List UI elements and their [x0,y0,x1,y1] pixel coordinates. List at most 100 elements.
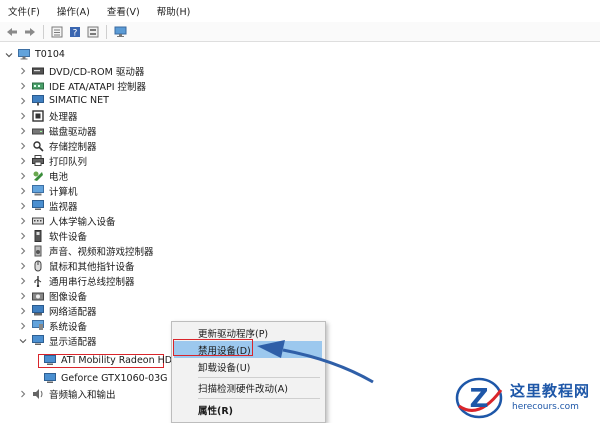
menu-bar: 文件(F) 操作(A) 查看(V) 帮助(H) [0,0,600,22]
expand-chevron-icon[interactable] [18,231,28,241]
expand-chevron-icon[interactable] [18,261,28,271]
tree-item-audio-io[interactable]: 音频输入和输出 [18,386,116,401]
monitor-icon[interactable] [113,25,127,39]
tree-item[interactable]: 声音、视频和游戏控制器 [18,243,154,258]
watermark-logo: Z 这里教程网 herecours.com [455,376,600,421]
tree-item[interactable]: 计算机 [18,183,78,198]
tree-item-label: 监视器 [49,201,78,213]
help-icon[interactable]: ? [68,25,82,39]
expand-chevron-icon[interactable] [18,291,28,301]
expand-chevron-icon[interactable] [18,201,28,211]
svg-text:?: ? [73,28,78,38]
tree-item-label: 计算机 [49,186,78,198]
display-card-icon [44,355,56,367]
tree-item-display-adapters[interactable]: 显示适配器 [18,333,97,348]
tree-item-label: 人体学输入设备 [49,216,116,228]
computer-icon [18,49,30,61]
tree-item[interactable]: 软件设备 [18,228,87,243]
expand-chevron-icon[interactable] [18,66,28,76]
system-device-icon [32,320,44,332]
forward-icon[interactable] [23,25,37,39]
tree-item[interactable]: 监视器 [18,198,78,213]
expand-chevron-icon[interactable] [18,156,28,166]
menu-view[interactable]: 查看(V) [99,4,149,18]
menu-file[interactable]: 文件(F) [0,4,49,18]
disk-drive-icon [32,125,44,137]
collapse-chevron-icon[interactable] [4,50,14,60]
tree-child-label: Geforce GTX1060-03G Se [61,373,183,384]
network-device-icon [32,95,44,107]
tree-item-label: 音频输入和输出 [49,389,116,401]
hid-icon [32,215,44,227]
dvd-drive-icon [32,65,44,77]
menu-action[interactable]: 操作(A) [49,4,99,18]
expand-chevron-icon[interactable] [18,321,28,331]
tree-item-label: 电池 [49,171,69,183]
tree-item[interactable]: 通用串行总线控制器 [18,273,135,288]
tree-item[interactable]: 存储控制器 [18,138,97,153]
toolbar-separator [43,24,44,39]
tree-item[interactable]: 打印队列 [18,153,87,168]
tree-item[interactable]: DVD/CD-ROM 驱动器 [18,63,144,78]
back-icon[interactable] [5,25,19,39]
expand-chevron-icon[interactable] [18,126,28,136]
svg-text:Z: Z [470,384,489,414]
tree-item[interactable]: SIMATIC NET [18,93,109,108]
tree-child-label: ATI Mobility Radeon HD [61,355,173,366]
tree-item[interactable]: 鼠标和其他指针设备 [18,258,135,273]
collapse-chevron-icon[interactable] [18,336,28,346]
menu-properties[interactable]: 属性(R) [174,401,322,418]
menu-help[interactable]: 帮助(H) [149,4,200,18]
tree-item[interactable]: 系统设备 [18,318,87,333]
ide-controller-icon [32,80,44,92]
tree-item-label: 网络适配器 [49,306,97,318]
tree-item-label: 磁盘驱动器 [49,126,97,138]
software-device-icon [32,229,44,242]
tree-item[interactable]: 网络适配器 [18,303,97,318]
tree-item-label: 处理器 [49,111,78,123]
expand-chevron-icon[interactable] [18,306,28,316]
expand-chevron-icon[interactable] [18,96,28,106]
brand-z-icon: Z [455,377,503,419]
printer-icon [32,155,44,167]
battery-icon [32,170,44,182]
tree-item-label: 打印队列 [49,156,88,168]
tree-item[interactable]: 图像设备 [18,288,87,303]
network-adapter-icon [32,305,44,317]
tree-item[interactable]: 处理器 [18,108,78,123]
expand-chevron-icon[interactable] [18,186,28,196]
display-adapter-icon [32,335,44,347]
expand-chevron-icon[interactable] [18,389,28,399]
expand-chevron-icon[interactable] [18,216,28,226]
tree-item[interactable]: 磁盘驱动器 [18,123,97,138]
annotation-arrow-icon [257,340,374,384]
expand-chevron-icon[interactable] [18,111,28,121]
menu-separator [198,398,320,399]
tree-item-label: 图像设备 [49,291,88,303]
properties-icon[interactable] [50,25,64,39]
tree-child-geforce[interactable]: Geforce GTX1060-03G Se [44,371,182,386]
expand-chevron-icon[interactable] [18,81,28,91]
tree-item-label: 鼠标和其他指针设备 [49,261,135,273]
expand-chevron-icon[interactable] [18,171,28,181]
disable-device-annotation-box [173,339,253,356]
usb-icon [32,275,44,287]
tree-item-label: 存储控制器 [49,141,97,153]
tree-root-label: T0104 [35,49,65,60]
storage-controller-icon [32,140,44,152]
tree-item[interactable]: 人体学输入设备 [18,213,116,228]
audio-icon [32,245,44,257]
tree-item[interactable]: IDE ATA/ATAPI 控制器 [18,78,146,93]
camera-icon [32,290,44,302]
expand-chevron-icon[interactable] [18,246,28,256]
list-icon[interactable] [86,25,100,39]
speaker-icon [32,388,44,400]
computer-icon [32,185,44,197]
tree-item-label: IDE ATA/ATAPI 控制器 [49,81,147,93]
tree-item-label: 软件设备 [49,231,88,243]
expand-chevron-icon[interactable] [18,141,28,151]
tree-item[interactable]: 电池 [18,168,68,183]
tree-child-ati[interactable]: ATI Mobility Radeon HD [44,353,172,368]
expand-chevron-icon[interactable] [18,276,28,286]
tree-root[interactable]: T0104 [4,47,65,62]
